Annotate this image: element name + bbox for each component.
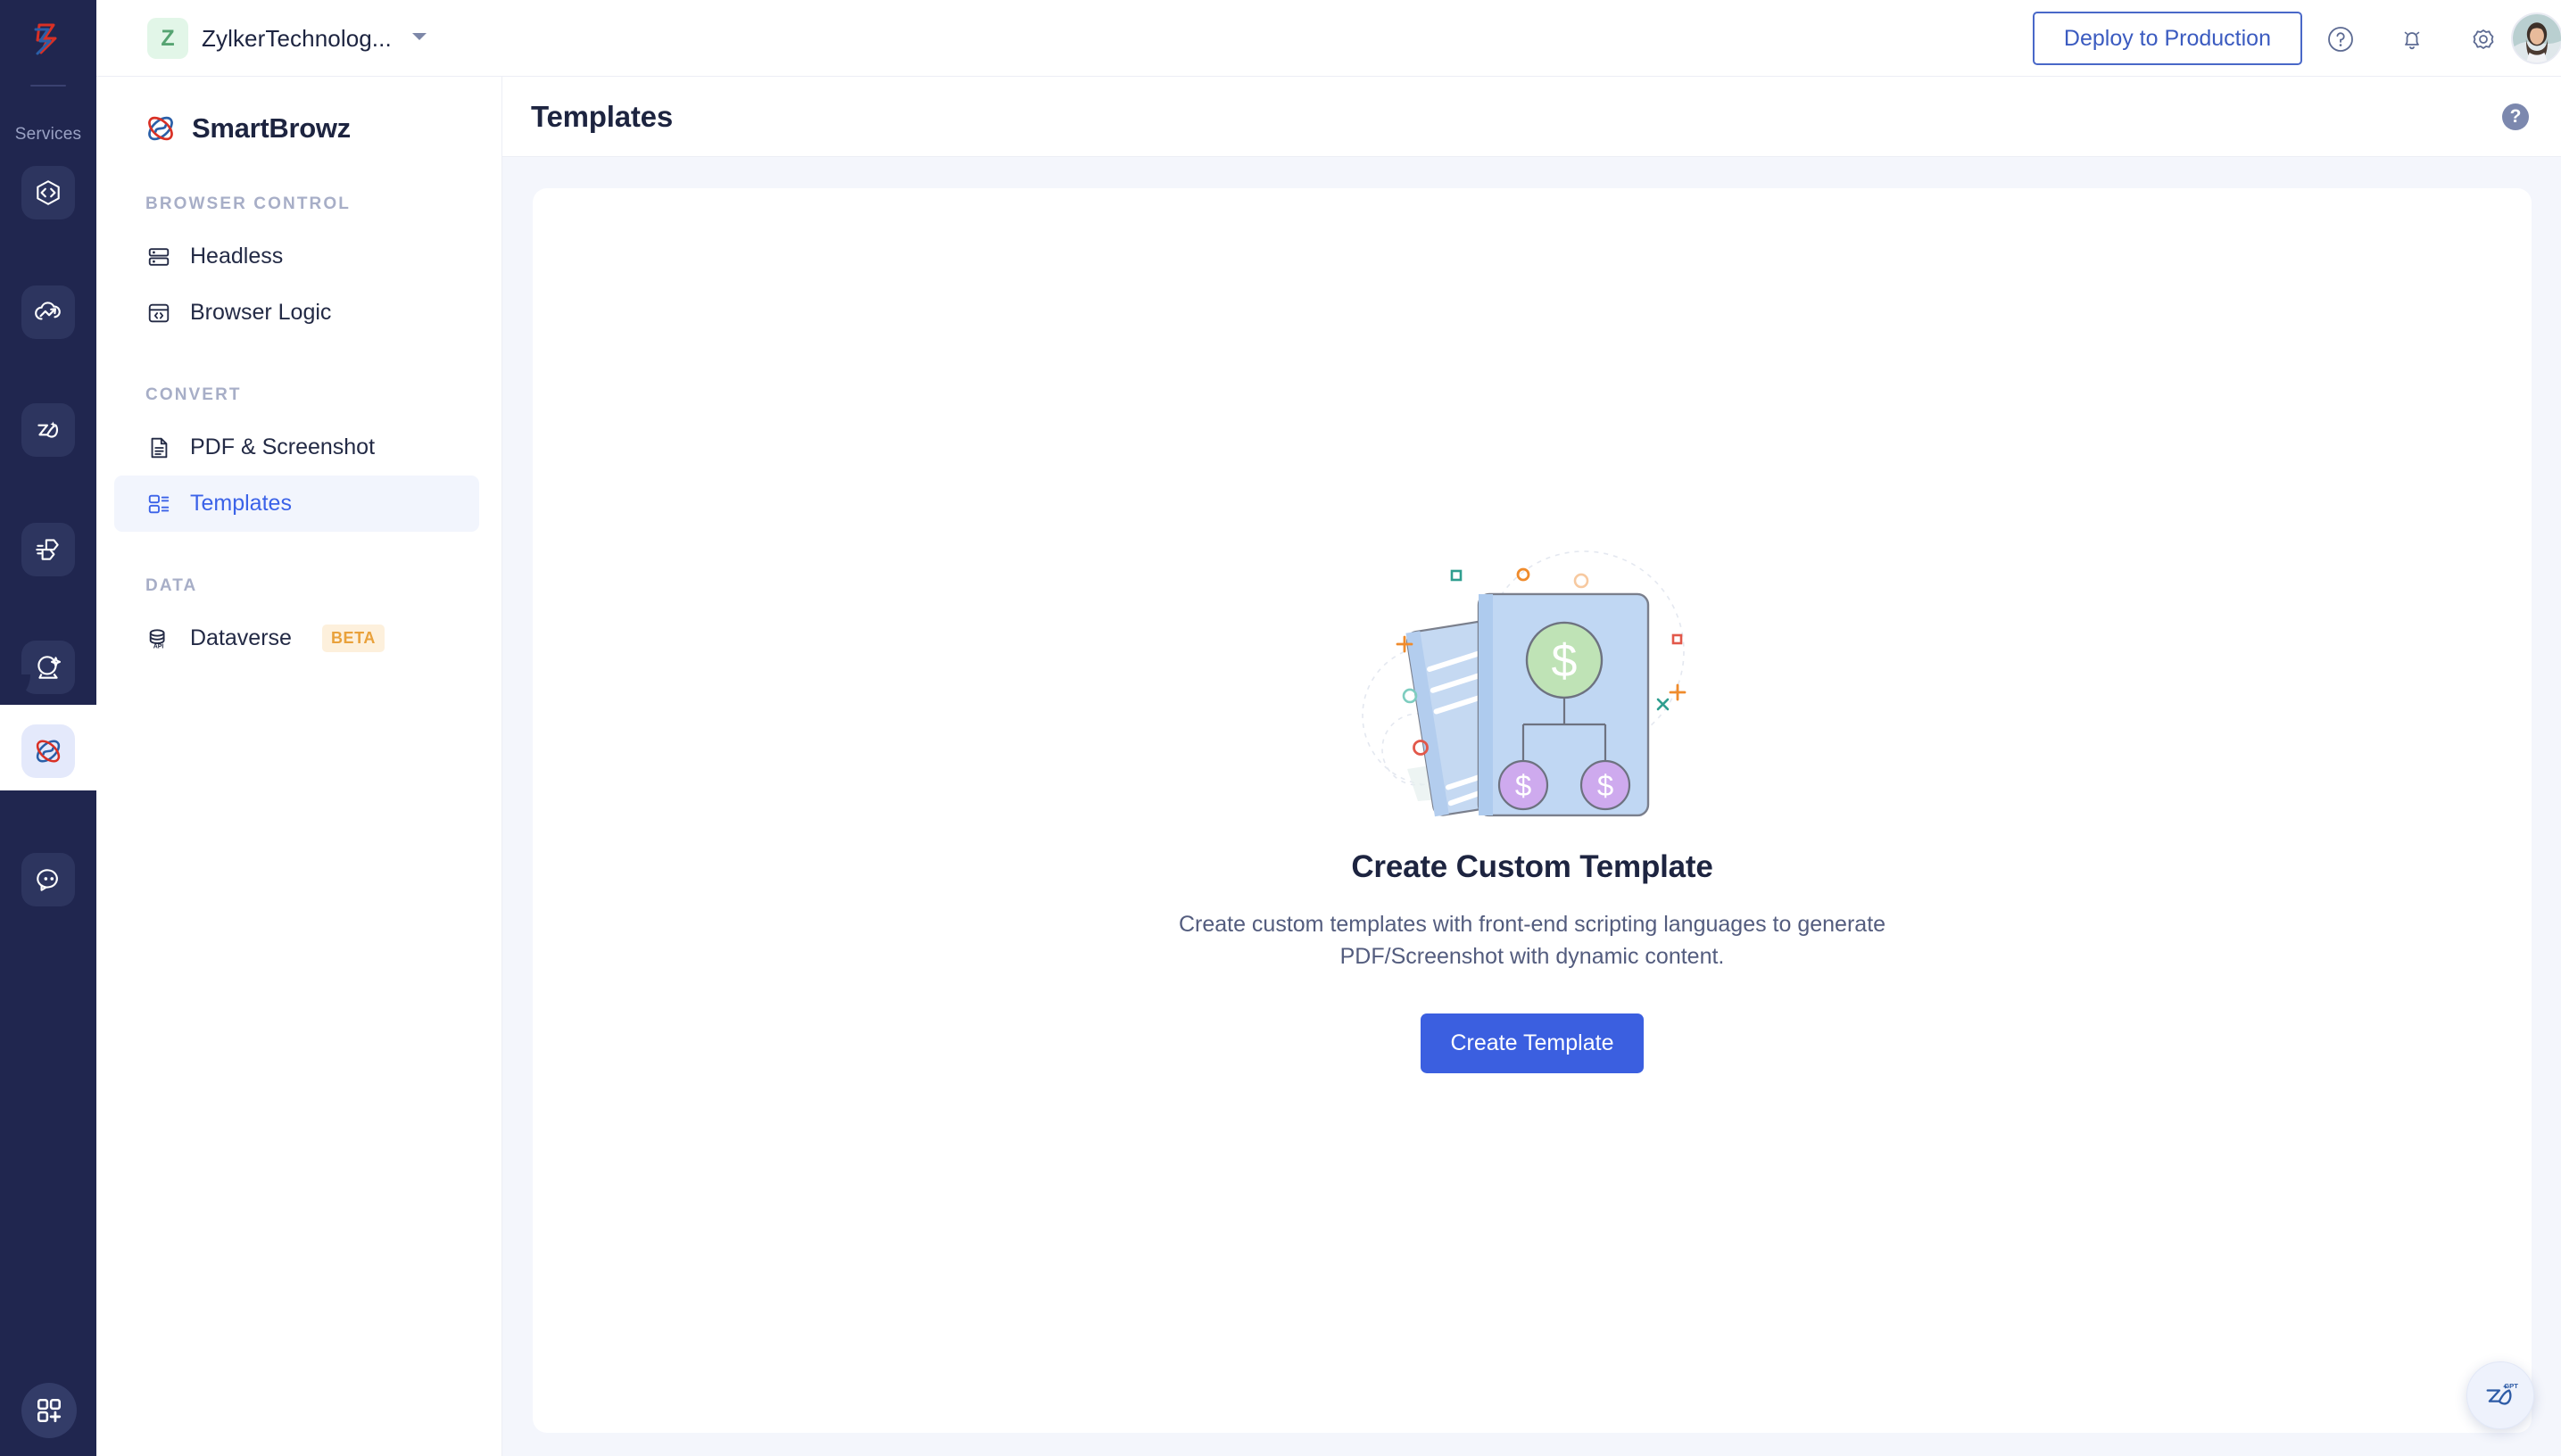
create-template-button[interactable]: Create Template [1420,1013,1645,1073]
rail-item-code-service[interactable] [21,166,75,219]
template-layout-icon [145,491,172,517]
main-content: Templates ? $ $ $ Create Custom Template… [502,77,2561,1456]
services-label: Services [14,125,82,144]
sidebar-item-label: Headless [190,244,284,269]
beta-badge: BETA [321,625,385,652]
rail-divider [30,85,66,87]
nav-section-browser-control: BROWSER CONTROL [145,194,351,213]
empty-state: $ $ $ Create Custom Template Create cust… [533,525,2532,1073]
smartbrowz-icon [148,116,173,141]
code-brackets-icon [37,180,60,205]
sidebar-item-label: Dataverse [190,625,292,650]
help-icon[interactable] [2323,21,2358,57]
documents-money-flow-illustration: $ $ $ [1362,550,1687,816]
rail-item-smartbrowz-service[interactable] [21,724,75,778]
nav-section-data: DATA [145,576,198,595]
top-bar: Z ZylkerTechnolog... Deploy to Productio… [96,0,2561,77]
svg-text:GPT: GPT [2504,1382,2518,1390]
settings-gear-icon[interactable] [2466,21,2501,57]
zia-gpt-button[interactable]: GPT [2466,1361,2534,1429]
sidebar-item-label: Templates [190,491,292,516]
rail-item-chat-service[interactable] [21,853,75,906]
svg-text:API: API [153,643,164,649]
sidebar-item-headless[interactable]: Headless [114,228,479,285]
rail-item-flow-service[interactable] [21,523,75,576]
sidebar-item-label: PDF & Screenshot [190,434,376,459]
sidebar-item-templates[interactable]: Templates [114,476,479,532]
server-stack-icon [145,244,172,270]
empty-state-title: Create Custom Template [1351,848,1713,884]
grid-plus-icon [37,1398,62,1423]
org-avatar: Z [147,18,188,59]
zoho-logo-icon[interactable] [0,0,96,77]
org-name: ZylkerTechnolog... [202,24,392,52]
browser-code-icon [145,300,172,327]
all-apps-button[interactable] [21,1383,77,1438]
svg-text:$: $ [1515,768,1531,801]
rail-item-cloud-analytics-service[interactable] [21,285,75,339]
notification-bell-icon[interactable] [2394,21,2430,57]
page-help-icon[interactable]: ? [2502,103,2529,130]
document-icon [145,434,172,461]
zia-gpt-icon: GPT [2486,1382,2518,1405]
sidebar-item-dataverse[interactable]: API Dataverse BETA [114,610,479,666]
nav-section-convert: CONVERT [145,385,242,404]
flow-arrows-icon [36,539,59,560]
rail-item-zia-service[interactable] [21,403,75,457]
crystal-ball-icon [37,656,62,679]
svg-text:$: $ [1552,634,1578,686]
app-rail: Services [0,0,96,1456]
chat-bubble-icon [37,869,58,891]
org-switcher[interactable]: Z ZylkerTechnolog... [147,12,437,64]
product-sidebar: SmartBrowz BROWSER CONTROL Headless Brow… [96,77,502,1456]
sidebar-item-pdf-screenshot[interactable]: PDF & Screenshot [114,419,479,476]
deploy-to-production-button[interactable]: Deploy to Production [2032,12,2302,65]
product-name: SmartBrowz [192,112,351,144]
empty-state-description: Create custom templates with front-end s… [1178,911,1886,969]
rail-item-vision-service[interactable] [21,641,75,694]
page-header: Templates ? [502,77,2561,157]
svg-text:$: $ [1597,768,1613,801]
cloud-arrow-icon [35,302,61,320]
page-title: Templates [531,99,673,133]
user-avatar[interactable] [2511,12,2561,64]
product-brand[interactable]: SmartBrowz [96,77,501,157]
database-api-icon: API [145,625,172,652]
content-card: $ $ $ Create Custom Template Create cust… [533,188,2532,1433]
chevron-down-icon [410,30,428,47]
sidebar-item-label: Browser Logic [190,300,332,325]
smartbrowz-icon [36,740,61,763]
sidebar-item-browser-logic[interactable]: Browser Logic [114,285,479,341]
zia-icon [37,421,59,438]
